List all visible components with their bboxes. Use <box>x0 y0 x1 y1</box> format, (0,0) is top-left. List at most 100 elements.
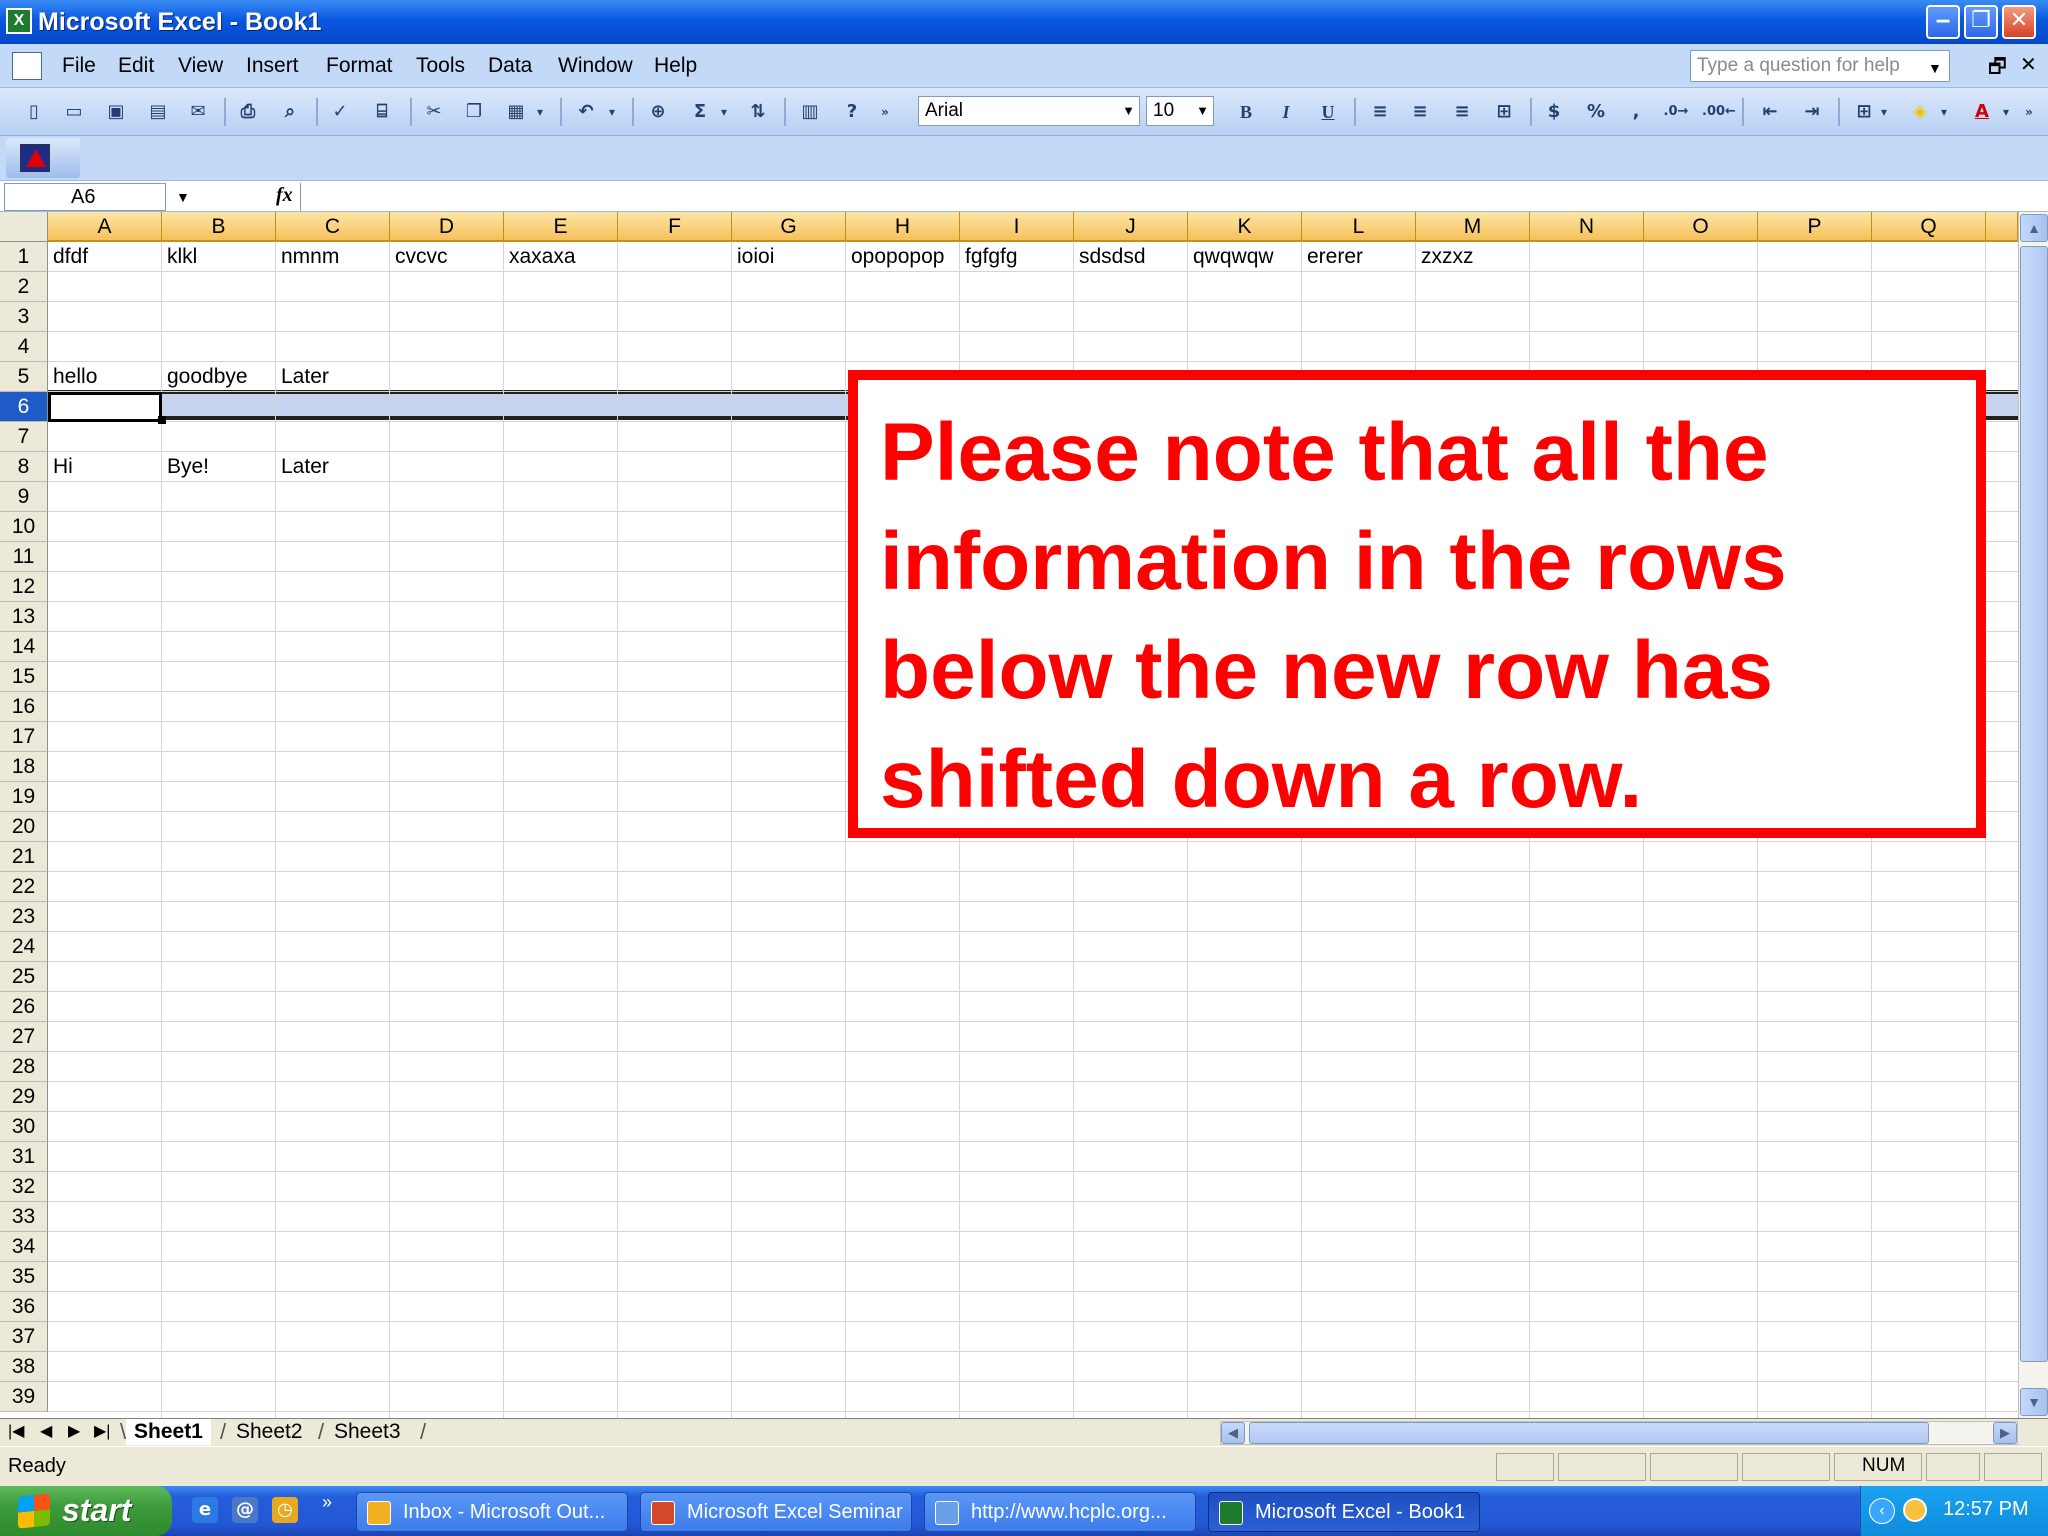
menu-tools[interactable]: Tools <box>416 54 465 78</box>
active-cell[interactable] <box>48 392 162 422</box>
column-header-f[interactable]: F <box>618 212 732 242</box>
spelling-icon[interactable]: ✓ <box>326 98 354 126</box>
align-right-icon[interactable]: ≡ <box>1448 98 1476 126</box>
row-header-15[interactable]: 15 <box>0 662 48 692</box>
comma-button[interactable]: , <box>1622 98 1650 126</box>
autosum-dropdown-icon[interactable]: ▾ <box>716 98 732 126</box>
tab-sheet3[interactable]: Sheet3 <box>326 1419 409 1445</box>
row-header-26[interactable]: 26 <box>0 992 48 1022</box>
column-header-n[interactable]: N <box>1530 212 1644 242</box>
row-header-35[interactable]: 35 <box>0 1262 48 1292</box>
cell-c5[interactable]: Later <box>276 362 410 392</box>
research-icon[interactable]: ⌸ <box>368 98 396 126</box>
align-left-icon[interactable]: ≡ <box>1366 98 1394 126</box>
last-sheet-icon[interactable]: ▶| <box>94 1421 110 1441</box>
taskbar-button-excel[interactable]: Microsoft Excel - Book1 <box>1208 1492 1480 1532</box>
column-header-l[interactable]: L <box>1302 212 1416 242</box>
row-header-25[interactable]: 25 <box>0 962 48 992</box>
column-header-b[interactable]: B <box>162 212 276 242</box>
next-sheet-icon[interactable]: ▶ <box>68 1421 80 1441</box>
quicklaunch-more-icon[interactable]: » <box>322 1492 332 1513</box>
italic-button[interactable]: I <box>1272 98 1300 126</box>
scroll-down-icon[interactable]: ▼ <box>2020 1388 2048 1416</box>
start-button[interactable]: start <box>0 1486 172 1536</box>
vertical-scrollbar[interactable]: ▲ ▼ <box>2018 212 2048 1418</box>
cell-e1[interactable]: xaxaxa <box>504 242 638 272</box>
column-header-q[interactable]: Q <box>1872 212 1986 242</box>
menu-data[interactable]: Data <box>488 54 532 78</box>
row-header-34[interactable]: 34 <box>0 1232 48 1262</box>
copy-icon[interactable]: ❐ <box>460 98 488 126</box>
warning-triangle-icon[interactable] <box>20 144 50 172</box>
row-header-9[interactable]: 9 <box>0 482 48 512</box>
row-header-39[interactable]: 39 <box>0 1382 48 1412</box>
taskbar-button-outlook[interactable]: Inbox - Microsoft Out... <box>356 1492 628 1532</box>
borders-dropdown-icon[interactable]: ▾ <box>1876 98 1892 126</box>
column-header-j[interactable]: J <box>1074 212 1188 242</box>
column-header-overflow[interactable] <box>1986 212 2018 242</box>
paste-dropdown-icon[interactable]: ▾ <box>532 98 548 126</box>
tab-sheet1[interactable]: Sheet1 <box>126 1419 211 1445</box>
font-color-icon[interactable]: A <box>1968 98 1996 126</box>
row-header-30[interactable]: 30 <box>0 1112 48 1142</box>
column-header-o[interactable]: O <box>1644 212 1758 242</box>
font-name-select[interactable]: Arial ▼ <box>918 96 1140 126</box>
chart-wizard-icon[interactable]: ▥ <box>796 98 824 126</box>
column-header-c[interactable]: C <box>276 212 390 242</box>
row-header-21[interactable]: 21 <box>0 842 48 872</box>
clock-icon[interactable]: ◷ <box>272 1497 298 1523</box>
row-header-37[interactable]: 37 <box>0 1322 48 1352</box>
undo-dropdown-icon[interactable]: ▾ <box>604 98 620 126</box>
column-header-d[interactable]: D <box>390 212 504 242</box>
help-question-input[interactable]: Type a question for help <box>1690 50 1950 82</box>
row-header-29[interactable]: 29 <box>0 1082 48 1112</box>
column-header-m[interactable]: M <box>1416 212 1530 242</box>
row-header-22[interactable]: 22 <box>0 872 48 902</box>
row-header-20[interactable]: 20 <box>0 812 48 842</box>
align-center-icon[interactable]: ≡ <box>1406 98 1434 126</box>
help-dropdown-icon[interactable]: ▼ <box>1928 60 1942 76</box>
row-header-1[interactable]: 1 <box>0 242 48 272</box>
row-header-24[interactable]: 24 <box>0 932 48 962</box>
menu-edit[interactable]: Edit <box>118 54 154 78</box>
underline-button[interactable]: U <box>1314 98 1342 126</box>
row-header-5[interactable]: 5 <box>0 362 48 392</box>
column-header-k[interactable]: K <box>1188 212 1302 242</box>
restore-button[interactable]: ❐ <box>1964 5 1998 39</box>
increase-decimal-icon[interactable]: .0→ <box>1662 98 1690 126</box>
currency-button[interactable]: $ <box>1540 98 1568 126</box>
internet-explorer-icon[interactable]: e <box>192 1497 218 1523</box>
scroll-left-icon[interactable]: ◀ <box>1221 1422 1245 1444</box>
show-hidden-icons-icon[interactable]: ‹ <box>1869 1498 1895 1524</box>
row-header-3[interactable]: 3 <box>0 302 48 332</box>
save-icon[interactable]: ▣ <box>102 98 130 126</box>
column-header-h[interactable]: H <box>846 212 960 242</box>
fill-handle[interactable] <box>158 416 166 424</box>
tab-sheet2[interactable]: Sheet2 <box>228 1419 311 1445</box>
row-header-14[interactable]: 14 <box>0 632 48 662</box>
taskbar-button-seminar[interactable]: Microsoft Excel Seminar <box>640 1492 912 1532</box>
scroll-up-icon[interactable]: ▲ <box>2020 214 2048 242</box>
taskbar-button-browser[interactable]: http://www.hcplc.org... <box>924 1492 1196 1532</box>
sort-ascending-icon[interactable]: ⇅ <box>744 98 772 126</box>
menu-help[interactable]: Help <box>654 54 697 78</box>
row-header-4[interactable]: 4 <box>0 332 48 362</box>
row-header-28[interactable]: 28 <box>0 1052 48 1082</box>
paste-icon[interactable]: ▦ <box>502 98 530 126</box>
toolbar-options-icon[interactable]: » <box>876 98 894 126</box>
row-header-11[interactable]: 11 <box>0 542 48 572</box>
font-size-select[interactable]: 10 ▼ <box>1146 96 1214 126</box>
bold-button[interactable]: B <box>1232 98 1260 126</box>
row-header-31[interactable]: 31 <box>0 1142 48 1172</box>
merge-center-icon[interactable]: ⊞ <box>1490 98 1518 126</box>
autosum-icon[interactable]: Σ <box>686 98 714 126</box>
borders-icon[interactable]: ⊞ <box>1850 98 1878 126</box>
tray-clock-icon[interactable] <box>1903 1498 1927 1522</box>
menu-view[interactable]: View <box>178 54 223 78</box>
column-header-i[interactable]: I <box>960 212 1074 242</box>
size-dropdown-icon[interactable]: ▼ <box>1196 103 1209 118</box>
column-header-a[interactable]: A <box>48 212 162 242</box>
doc-restore-button[interactable]: 🗗 <box>1988 52 2007 86</box>
row-header-17[interactable]: 17 <box>0 722 48 752</box>
row-header-33[interactable]: 33 <box>0 1202 48 1232</box>
